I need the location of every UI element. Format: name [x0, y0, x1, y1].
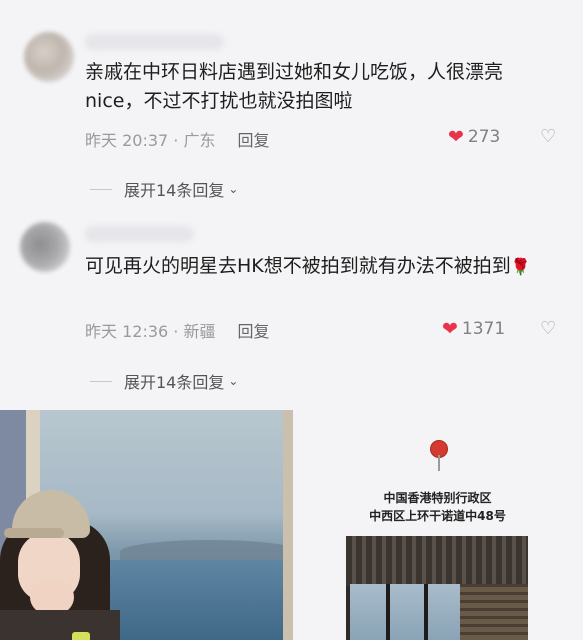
comment-meta: 昨天 20:37 · 广东 回复 [85, 127, 269, 151]
photo-person-by-window[interactable] [0, 410, 293, 640]
username-blurred[interactable] [84, 34, 224, 50]
address-line-1: 中国香港特别行政区 [383, 491, 492, 505]
comment-item: 亲戚在中环日料店遇到过她和女儿吃饭，人很漂亮nice，不过不打扰也就没拍图啦 昨… [0, 0, 583, 200]
heart-icon: ❤ [448, 126, 464, 148]
broken-heart-icon[interactable]: ♡ [540, 318, 556, 339]
avatar[interactable] [24, 32, 74, 82]
broken-heart-icon[interactable]: ♡ [540, 126, 556, 147]
photo-cap-brim [4, 528, 64, 538]
chevron-down-icon: ⌄ [228, 182, 239, 196]
divider [90, 188, 112, 190]
comment-text: 亲戚在中环日料店遇到过她和女儿吃饭，人很漂亮nice，不过不打扰也就没拍图啦 [85, 61, 504, 112]
venue-photo[interactable] [346, 536, 528, 640]
like-count: 273 [467, 127, 501, 147]
divider [90, 380, 112, 382]
heart-icon: ❤ [442, 318, 458, 340]
avatar[interactable] [20, 222, 70, 272]
comment-text: 可见再火的明星去HK想不被拍到就有办法不被拍到🌹 [85, 255, 531, 277]
venue-window-bar [386, 584, 390, 640]
address-line-2: 中西区上环干诺道中48号 [369, 509, 506, 523]
reply-button[interactable]: 回复 [237, 318, 269, 342]
expand-replies-button[interactable]: 展开14条回复 ⌄ [90, 177, 238, 201]
expand-replies-label: 展开14条回复 [124, 373, 225, 392]
comment-meta: 昨天 12:36 · 新疆 回复 [85, 318, 269, 342]
venue-ceiling [346, 536, 528, 586]
photo-watch [72, 632, 90, 640]
like-button[interactable]: ❤ 273 [448, 126, 500, 148]
rose-icon: 🌹 [510, 257, 531, 276]
pin-needle [438, 455, 440, 471]
expand-replies-label: 展开14条回复 [124, 181, 225, 200]
like-button[interactable]: ❤ 1371 [442, 318, 505, 340]
photo-hand [30, 580, 74, 614]
chevron-down-icon: ⌄ [228, 374, 239, 388]
comment-time: 昨天 12:36 · 新疆 [85, 322, 216, 341]
like-count: 1371 [461, 319, 506, 339]
photo-shirt [0, 610, 120, 640]
expand-replies-button[interactable]: 展开14条回复 ⌄ [90, 369, 238, 393]
venue-window-bar [424, 584, 428, 640]
reply-button[interactable]: 回复 [237, 127, 269, 151]
comment-time: 昨天 20:37 · 广东 [85, 131, 216, 150]
comment-item: 可见再火的明星去HK想不被拍到就有办法不被拍到🌹 昨天 12:36 · 新疆 回… [0, 200, 583, 400]
location-pin-icon [430, 440, 448, 471]
venue-wall [460, 584, 528, 640]
photo-window-frame [283, 410, 293, 640]
username-blurred[interactable] [84, 226, 194, 242]
venue-window [350, 584, 460, 640]
